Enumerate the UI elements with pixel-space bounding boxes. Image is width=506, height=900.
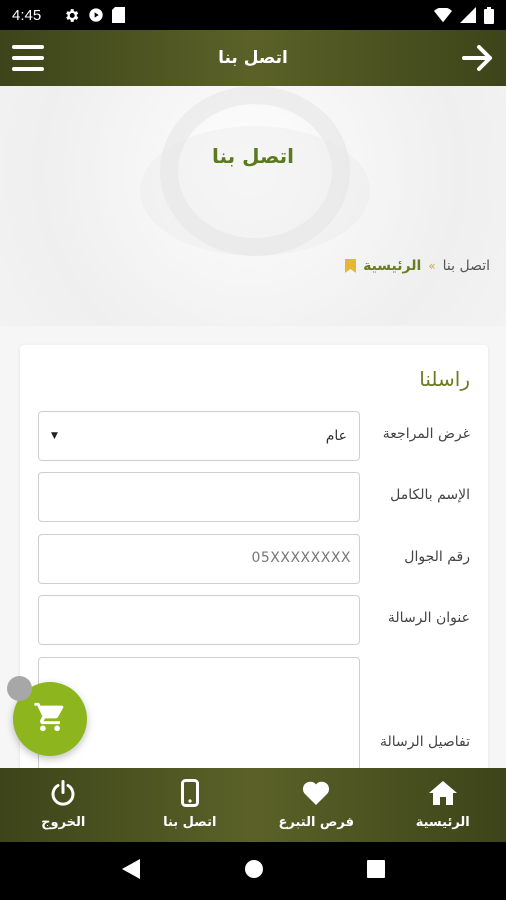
wifi-icon [434, 7, 452, 23]
app-root: 4:45 اتصل بنا اتصل بنا الرئيسية » اتصل ب… [0, 0, 506, 900]
bottom-navigation: الرئيسية فرص التبرع اتصل بنا الخروج [0, 768, 506, 842]
details-label: تفاصيل الرسالة [379, 734, 470, 750]
breadcrumb-home-link[interactable]: الرئيسية [363, 258, 421, 274]
shopping-cart-icon [32, 700, 68, 738]
form-row-purpose: غرض المراجعة عام ▼ [38, 411, 470, 461]
heart-icon [302, 779, 330, 807]
system-navigation-bar [0, 842, 506, 900]
app-bar: اتصل بنا [0, 30, 506, 86]
mobile-placeholder: 05XXXXXXXX [251, 550, 351, 566]
battery-icon [484, 6, 494, 24]
form-title: راسلنا [419, 367, 470, 391]
mobile-input[interactable]: 05XXXXXXXX [38, 534, 360, 584]
power-icon [50, 779, 76, 807]
hero-background-ring [160, 86, 350, 256]
hamburger-menu-icon[interactable] [12, 43, 44, 73]
fullname-input[interactable] [38, 472, 360, 522]
breadcrumb-current: اتصل بنا [442, 258, 490, 274]
back-triangle-icon[interactable] [121, 858, 141, 884]
status-right [434, 6, 494, 24]
home-icon [428, 779, 458, 807]
fab-badge-dot [7, 676, 32, 701]
nav-label-home: الرئيسية [415, 815, 470, 830]
nav-label-contact: اتصل بنا [163, 815, 217, 830]
form-row-subject: عنوان الرسالة [38, 595, 470, 645]
purpose-label: غرض المراجعة [382, 426, 470, 442]
nav-item-logout[interactable]: الخروج [0, 768, 127, 842]
home-circle-icon[interactable] [244, 859, 264, 883]
gear-icon [63, 7, 80, 24]
contact-form-card: راسلنا غرض المراجعة عام ▼ الإسم بالكامل … [20, 345, 488, 787]
sd-card-icon [112, 7, 126, 23]
breadcrumb-separator: » [428, 259, 436, 273]
subject-input[interactable] [38, 595, 360, 645]
nav-item-donations[interactable]: فرص التبرع [253, 768, 380, 842]
smartphone-icon [180, 779, 199, 807]
bookmark-icon [345, 259, 357, 273]
play-protect-icon [88, 7, 104, 23]
mobile-label: رقم الجوال [404, 549, 470, 565]
fullname-label: الإسم بالكامل [390, 487, 470, 503]
status-bar: 4:45 [0, 0, 506, 30]
arrow-right-icon[interactable] [462, 43, 494, 73]
subject-label: عنوان الرسالة [387, 610, 470, 626]
nav-label-logout: الخروج [41, 815, 86, 830]
form-row-mobile: رقم الجوال 05XXXXXXXX [38, 534, 470, 584]
nav-item-home[interactable]: الرئيسية [380, 768, 506, 842]
hero-banner: اتصل بنا الرئيسية » اتصل بنا [0, 86, 506, 326]
status-time: 4:45 [12, 6, 42, 24]
dropdown-arrow-icon: ▼ [51, 431, 58, 441]
app-bar-title: اتصل بنا [218, 48, 288, 68]
form-row-fullname: الإسم بالكامل [38, 472, 470, 522]
signal-icon [460, 7, 476, 23]
page-title: اتصل بنا [211, 144, 295, 168]
status-left: 4:45 [12, 6, 126, 24]
purpose-select[interactable]: عام ▼ [38, 411, 360, 461]
nav-label-donations: فرص التبرع [278, 815, 355, 830]
breadcrumb: الرئيسية » اتصل بنا [345, 258, 490, 274]
purpose-select-value: عام [325, 428, 347, 444]
recents-square-icon[interactable] [366, 860, 385, 882]
nav-item-contact[interactable]: اتصل بنا [127, 768, 254, 842]
